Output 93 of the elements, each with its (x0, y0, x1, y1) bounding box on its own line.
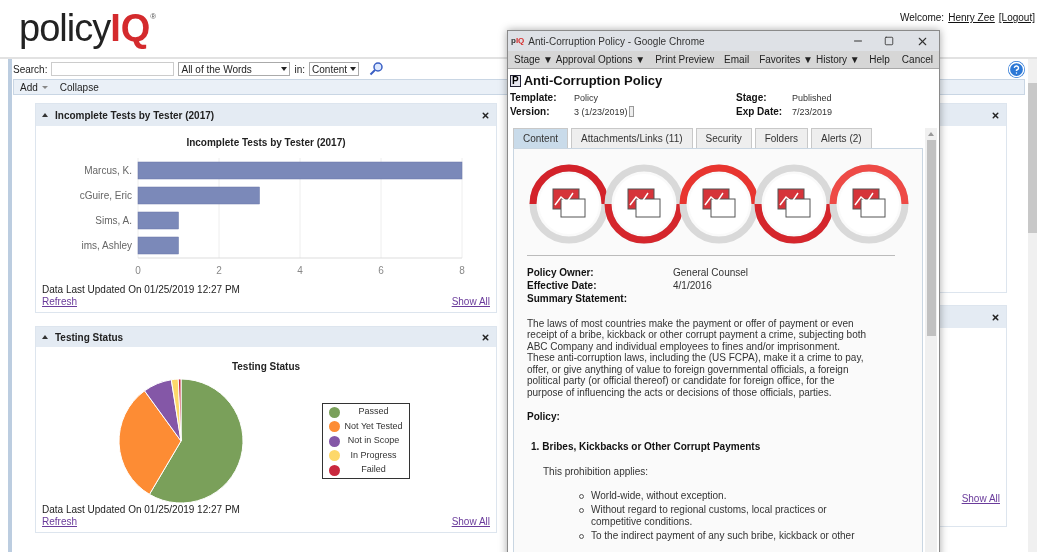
legend-label: Not Yet Tested (344, 419, 403, 433)
tick-label: 0 (135, 265, 141, 276)
scrollbar-thumb[interactable] (926, 139, 936, 336)
field-label: Stage: (736, 90, 768, 105)
tab[interactable]: Attachments/Links (11) (571, 127, 693, 148)
tab[interactable]: Alerts (2) (811, 127, 872, 148)
field-label: Version: (510, 104, 551, 119)
axis-label: ims, Ashley (81, 240, 132, 251)
menu-item[interactable]: Cancel (901, 52, 933, 67)
search-icon[interactable] (369, 62, 384, 76)
widget-title: Incomplete Tests by Tester (2017) (55, 108, 215, 123)
tick-label: 2 (216, 265, 222, 276)
search-field[interactable] (51, 62, 175, 76)
legend-label: Passed (357, 405, 390, 419)
tab[interactable]: Content (513, 127, 569, 148)
caret-icon (350, 67, 357, 71)
menu-item[interactable]: Email (724, 52, 750, 67)
caret-icon (41, 85, 48, 89)
legend-label: Failed (360, 463, 387, 477)
menu-item[interactable]: Print Preview (655, 52, 715, 67)
match-mode-select[interactable]: All of the Words (178, 62, 291, 76)
show-all-link[interactable]: Show All (451, 296, 490, 308)
field-value: 3 (1/23/2019) (574, 105, 628, 119)
axis-label: Marcus, K. (84, 165, 132, 176)
chart-title: Testing Status (231, 360, 301, 374)
axis-label: Sims, A. (95, 215, 132, 226)
close-icon[interactable] (481, 332, 490, 342)
legend-label: In Progress (349, 448, 398, 462)
bar (137, 211, 179, 230)
bullet-text: World-wide, without exception. (591, 490, 727, 503)
tick-label: 8 (459, 265, 465, 276)
page-scrollbar[interactable] (1028, 59, 1037, 552)
field-value: Policy (574, 91, 598, 105)
close-icon[interactable] (481, 110, 490, 120)
maximize-icon[interactable] (884, 36, 894, 46)
tab[interactable]: Security (695, 127, 752, 148)
detail-label: Policy Owner: (527, 265, 595, 279)
collapse-button[interactable]: Collapse (59, 79, 99, 95)
scroll-up-icon[interactable] (928, 131, 934, 136)
section-title: Bribes, Kickbacks or Other Corrupt Payments (542, 440, 761, 454)
help-icon[interactable] (1008, 60, 1025, 78)
welcome-label: Welcome: (899, 11, 945, 25)
widget-title: Testing Status (55, 330, 124, 345)
menu-item[interactable]: History ▼ (815, 52, 860, 67)
section-number: 1. (531, 440, 540, 454)
detail-value: General Counsel (673, 266, 749, 278)
field-value: 7/23/2019 (792, 105, 833, 119)
menu-item[interactable]: Approval Options ▼ (555, 52, 646, 67)
logout-link[interactable]: [Logout] (998, 10, 1035, 25)
collapse-icon[interactable] (42, 335, 48, 339)
tab[interactable]: Folders (754, 127, 809, 148)
add-menu-button[interactable]: Add (20, 79, 48, 95)
document-icon: P (510, 74, 521, 87)
menu-item[interactable]: Stage ▼ (514, 52, 553, 67)
bar (137, 236, 179, 255)
legend-label: Not in Scope (346, 434, 401, 448)
tick-label: 4 (297, 265, 303, 276)
detail-label: Summary Statement: (527, 291, 629, 305)
caret-icon (281, 67, 288, 71)
in-label: in: (294, 62, 306, 77)
policy-heading: Policy: (527, 410, 561, 424)
bullet-text: Without regard to regional customs, local practices or competitive conditions. (591, 503, 828, 529)
last-updated-text: Data Last Updated On 01/25/2019 12:27 PM (42, 504, 241, 516)
tick-label: 6 (378, 265, 384, 276)
refresh-link[interactable]: Refresh (42, 516, 77, 528)
field-value: Published (792, 91, 832, 105)
detail-value: 4/1/2016 (673, 279, 712, 291)
close-icon[interactable] (991, 110, 1000, 120)
collapse-icon[interactable] (42, 113, 48, 117)
menu-item[interactable]: Help (869, 52, 890, 67)
summary-paragraph: The laws of most countries make the payment or offer of payment or even receipt of a bribe, kickback or other corrupt payment a crime, subjecting both ABC Company and individual employees to fines and/or imprisonment. These anti-corruption laws, including the (US FCPA), make it a crime to pay, offer, or give anything of value to foreign governmental officials, a foreign political party (or official thereof) or candidate for foreign office, for the purpose of influencing the acts or decisions of those officials, parties. (527, 317, 867, 398)
chart-title: Incomplete Tests by Tester (2017) (186, 136, 346, 150)
user-name-link[interactable]: Henry Zee (948, 10, 995, 25)
app-logo: policyIQ® (18, 6, 157, 51)
section-intro: This prohibition applies: (542, 465, 650, 479)
bullet-text: To the indirect payment of any such bribe, kickback or other (591, 529, 855, 542)
axis-label: cGuire, Eric (79, 190, 132, 201)
scrollbar[interactable] (925, 127, 937, 552)
app-favicon: pIQ (511, 37, 525, 45)
scrollbar-thumb[interactable] (1028, 83, 1037, 233)
scope-select[interactable]: Content (309, 62, 360, 76)
show-all-link[interactable]: Show All (961, 491, 1000, 506)
window-title: Anti-Corruption Policy - Google Chrome (528, 34, 705, 49)
last-updated-text: Data Last Updated On 01/25/2019 12:27 PM (42, 284, 241, 296)
field-label: Template: (510, 90, 558, 105)
document-title: Anti-Corruption Policy (523, 72, 663, 90)
show-all-link[interactable]: Show All (451, 516, 490, 528)
refresh-link[interactable]: Refresh (42, 296, 77, 308)
field-label: Exp Date: (736, 104, 784, 119)
search-label: Search: (13, 62, 48, 77)
detail-label: Effective Date: (527, 278, 598, 292)
menu-item[interactable]: Favorites ▼ (759, 52, 813, 67)
close-icon[interactable] (991, 312, 1000, 322)
